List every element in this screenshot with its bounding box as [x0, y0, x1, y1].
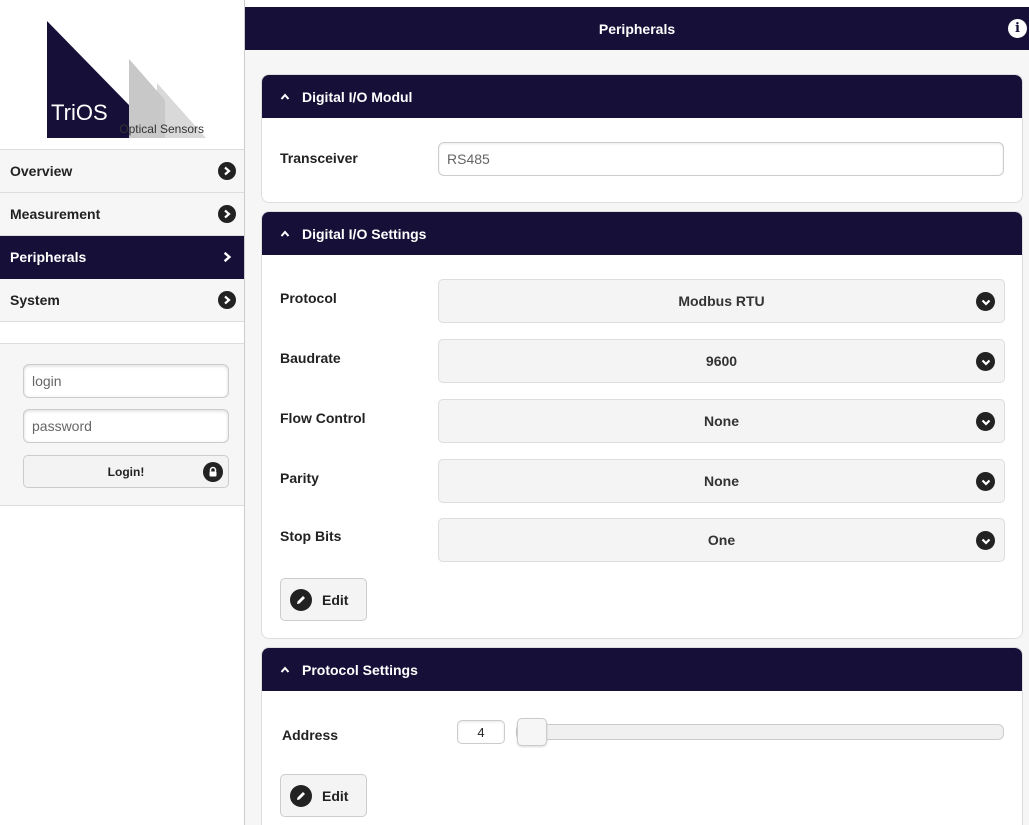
panel-header-protocol-settings[interactable]: Protocol Settings [262, 648, 1022, 691]
page-title: Peripherals [598, 20, 676, 37]
chevron-up-icon [280, 92, 290, 100]
login-button-label: Login! [107, 464, 145, 479]
login-button[interactable]: Login! [23, 455, 229, 488]
sidebar-item-system[interactable]: System [0, 279, 244, 322]
panel-title: Protocol Settings [302, 661, 418, 678]
flow-control-label: Flow Control [280, 410, 366, 426]
stop-bits-select[interactable]: One [438, 518, 1005, 562]
transceiver-label: Transceiver [280, 150, 358, 166]
stop-bits-value: One [707, 532, 736, 548]
edit-io-settings-button[interactable]: Edit [280, 578, 367, 621]
chevron-down-icon [976, 531, 995, 550]
parity-select[interactable]: None [438, 459, 1005, 503]
edit-button-label: Edit [322, 591, 349, 608]
chevron-down-icon [976, 412, 995, 431]
panel-digital-io-settings: Digital I/O Settings Protocol Modbus RTU… [261, 211, 1023, 639]
sidebar-item-label: Peripherals [10, 249, 87, 265]
sidebar: TriOS Optical Sensors Overview Measureme… [0, 0, 244, 825]
sidebar-item-label: Overview [10, 163, 73, 179]
pencil-icon [290, 588, 312, 611]
chevron-down-icon [976, 352, 995, 371]
password-input[interactable] [23, 409, 229, 443]
address-label: Address [282, 727, 339, 743]
chevron-down-icon [976, 292, 995, 311]
main-content: Digital I/O Modul Transceiver RS485 Digi… [245, 50, 1029, 825]
protocol-select[interactable]: Modbus RTU [438, 279, 1005, 323]
parity-label: Parity [280, 470, 319, 486]
trios-logo: TriOS Optical Sensors [47, 21, 206, 138]
chevron-up-icon [280, 229, 290, 237]
edit-protocol-settings-button[interactable]: Edit [280, 774, 367, 817]
panel-header-digital-io-modul[interactable]: Digital I/O Modul [262, 75, 1022, 118]
page-header: Peripherals i [245, 7, 1029, 50]
chevron-up-icon [280, 665, 290, 673]
chevron-right-icon [218, 248, 236, 266]
address-number-input[interactable]: 4 [457, 720, 505, 744]
panel-title: Digital I/O Modul [302, 88, 413, 105]
parity-value: None [704, 473, 739, 489]
baudrate-label: Baudrate [280, 350, 341, 366]
chevron-right-icon [218, 205, 236, 223]
baudrate-value: 9600 [705, 353, 738, 369]
info-icon[interactable]: i [1008, 19, 1027, 38]
flow-control-value: None [704, 413, 739, 429]
logo-text: TriOS [51, 100, 108, 125]
protocol-label: Protocol [280, 290, 337, 306]
sidebar-item-peripherals[interactable]: Peripherals [0, 236, 244, 279]
sidebar-item-label: System [10, 292, 60, 308]
address-value: 4 [477, 724, 485, 740]
lock-icon [203, 462, 223, 482]
chevron-down-icon [976, 472, 995, 491]
panel-digital-io-modul: Digital I/O Modul Transceiver RS485 [261, 74, 1023, 203]
transceiver-value: RS485 [447, 151, 490, 167]
stop-bits-label: Stop Bits [280, 528, 342, 544]
protocol-value: Modbus RTU [678, 293, 765, 309]
sidebar-item-label: Measurement [10, 206, 101, 222]
flow-control-select[interactable]: None [438, 399, 1005, 443]
chevron-right-icon [218, 162, 236, 180]
address-slider[interactable] [516, 718, 1004, 746]
app-root: TriOS Optical Sensors Overview Measureme… [0, 0, 1029, 825]
address-slider-handle[interactable] [517, 718, 547, 746]
sidebar-nav: Overview Measurement Peripherals System [0, 149, 244, 322]
panel-title: Digital I/O Settings [302, 225, 427, 242]
pencil-icon [290, 784, 312, 807]
logo-subtitle: Optical Sensors [119, 122, 204, 136]
chevron-right-icon [218, 291, 236, 309]
baudrate-select[interactable]: 9600 [438, 339, 1005, 383]
sidebar-item-overview[interactable]: Overview [0, 150, 244, 193]
login-form: Login! [0, 343, 244, 506]
panel-protocol-settings: Protocol Settings Address 4 Edit [261, 647, 1023, 825]
panel-header-digital-io-settings[interactable]: Digital I/O Settings [262, 212, 1022, 255]
sidebar-item-measurement[interactable]: Measurement [0, 193, 244, 236]
login-input[interactable] [23, 364, 229, 398]
transceiver-field: RS485 [438, 142, 1004, 176]
edit-button-label: Edit [322, 787, 349, 804]
